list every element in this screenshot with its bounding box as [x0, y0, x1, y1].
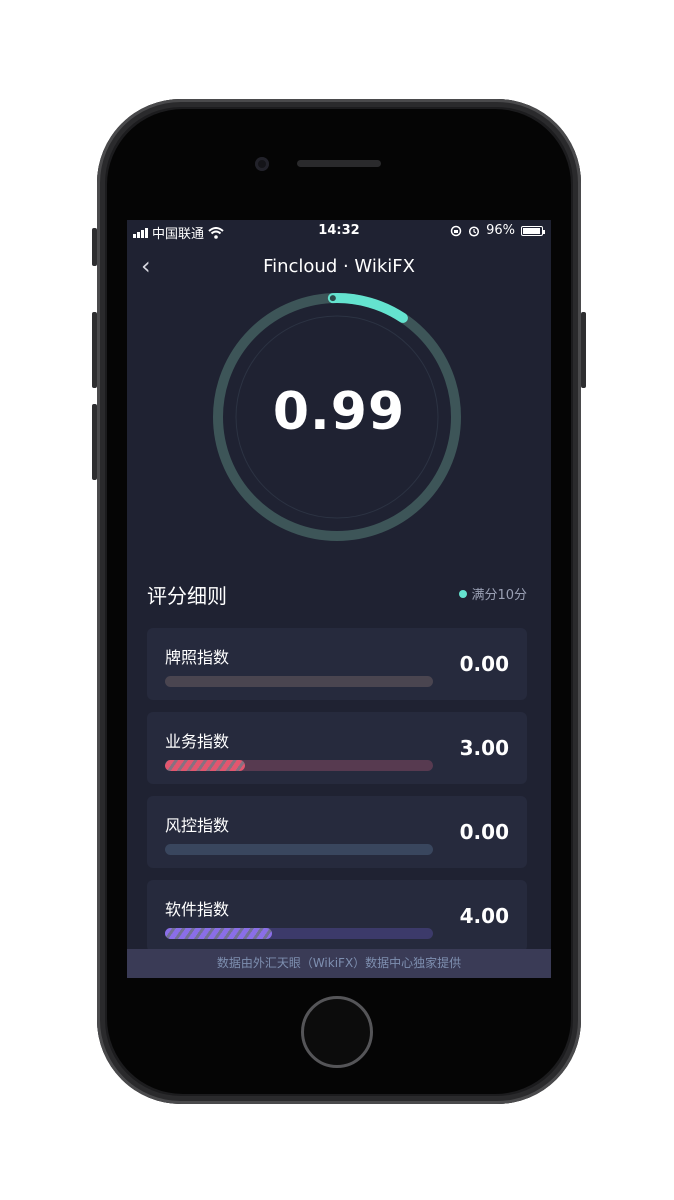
- index-bar-fill: [165, 760, 246, 771]
- app-screen: 中国联通 14:32 96% ‹ Fincloud · WikiFX 0.99 …: [127, 220, 551, 978]
- home-button[interactable]: [301, 996, 373, 1068]
- index-card-risk-control: 风控指数 0.00: [147, 796, 527, 868]
- index-bar-fill: [165, 928, 273, 939]
- gauge-progress-arc: [327, 293, 408, 323]
- index-card-software: 软件指数 4.00: [147, 880, 527, 952]
- data-source-footer: 数据由外汇天眼（WikiFX）数据中心独家提供: [127, 949, 551, 978]
- section-header: 评分细则 满分10分: [147, 578, 527, 608]
- index-bar-track: [165, 928, 433, 939]
- index-card-business: 业务指数 3.00: [147, 712, 527, 784]
- battery-icon: [521, 225, 545, 236]
- legend-label: 满分10分: [471, 588, 527, 603]
- earpiece-speaker: [297, 160, 381, 167]
- index-card-license: 牌照指数 0.00: [147, 628, 527, 700]
- battery-percent: 96%: [486, 223, 515, 238]
- volume-up-button: [92, 312, 97, 388]
- full-score-legend: 满分10分: [459, 584, 527, 603]
- index-label: 牌照指数: [165, 648, 230, 667]
- index-bar-track: [165, 760, 433, 771]
- index-bar-track: [165, 676, 433, 687]
- status-bar: 中国联通 14:32 96%: [127, 220, 551, 242]
- legend-dot-icon: [459, 589, 468, 598]
- page-title: Fincloud · WikiFX: [263, 256, 415, 277]
- index-value: 4.00: [459, 904, 509, 928]
- section-title: 评分细则: [147, 584, 227, 608]
- nav-bar: ‹ Fincloud · WikiFX: [127, 252, 551, 282]
- index-value: 3.00: [459, 736, 509, 760]
- alarm-icon: [469, 225, 480, 237]
- index-label: 业务指数: [165, 732, 230, 751]
- front-camera: [255, 157, 269, 171]
- mute-switch: [92, 228, 97, 266]
- index-bar-track: [165, 844, 433, 855]
- power-button: [581, 312, 586, 388]
- index-value: 0.00: [459, 820, 509, 844]
- rotation-lock-icon: [450, 225, 462, 236]
- index-label: 软件指数: [165, 900, 230, 919]
- gauge-marker: [329, 295, 336, 302]
- volume-down-button: [92, 404, 97, 480]
- index-label: 风控指数: [165, 816, 230, 835]
- score-value: 0.99: [272, 382, 406, 442]
- index-value: 0.00: [459, 652, 509, 676]
